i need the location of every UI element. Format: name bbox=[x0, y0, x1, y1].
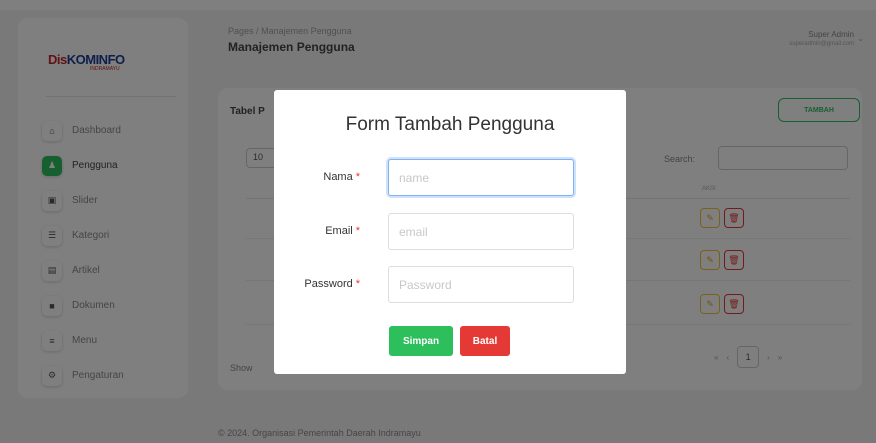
name-label: Nama * bbox=[323, 171, 360, 183]
email-label-text: Email bbox=[325, 225, 353, 237]
name-label-text: Nama bbox=[323, 171, 353, 183]
add-user-modal: Form Tambah Pengguna Nama* Email* Passwo… bbox=[274, 90, 626, 374]
email-input[interactable] bbox=[388, 213, 574, 250]
email-field-row: Email * bbox=[274, 213, 626, 251]
save-button[interactable]: Simpan bbox=[389, 326, 453, 356]
required-mark: * bbox=[355, 225, 360, 237]
name-field-row: Nama * bbox=[274, 159, 626, 197]
password-label-text: Password bbox=[304, 278, 353, 290]
modal-title: Form Tambah Pengguna bbox=[345, 114, 555, 135]
password-field-row: Password * bbox=[274, 266, 626, 304]
password-label: Password * bbox=[304, 278, 360, 290]
name-input[interactable] bbox=[388, 159, 574, 196]
cancel-button[interactable]: Batal bbox=[460, 326, 510, 356]
required-mark: * bbox=[355, 171, 360, 183]
password-input[interactable] bbox=[388, 266, 574, 303]
email-label: Email * bbox=[325, 225, 360, 237]
required-mark: * bbox=[355, 278, 360, 290]
